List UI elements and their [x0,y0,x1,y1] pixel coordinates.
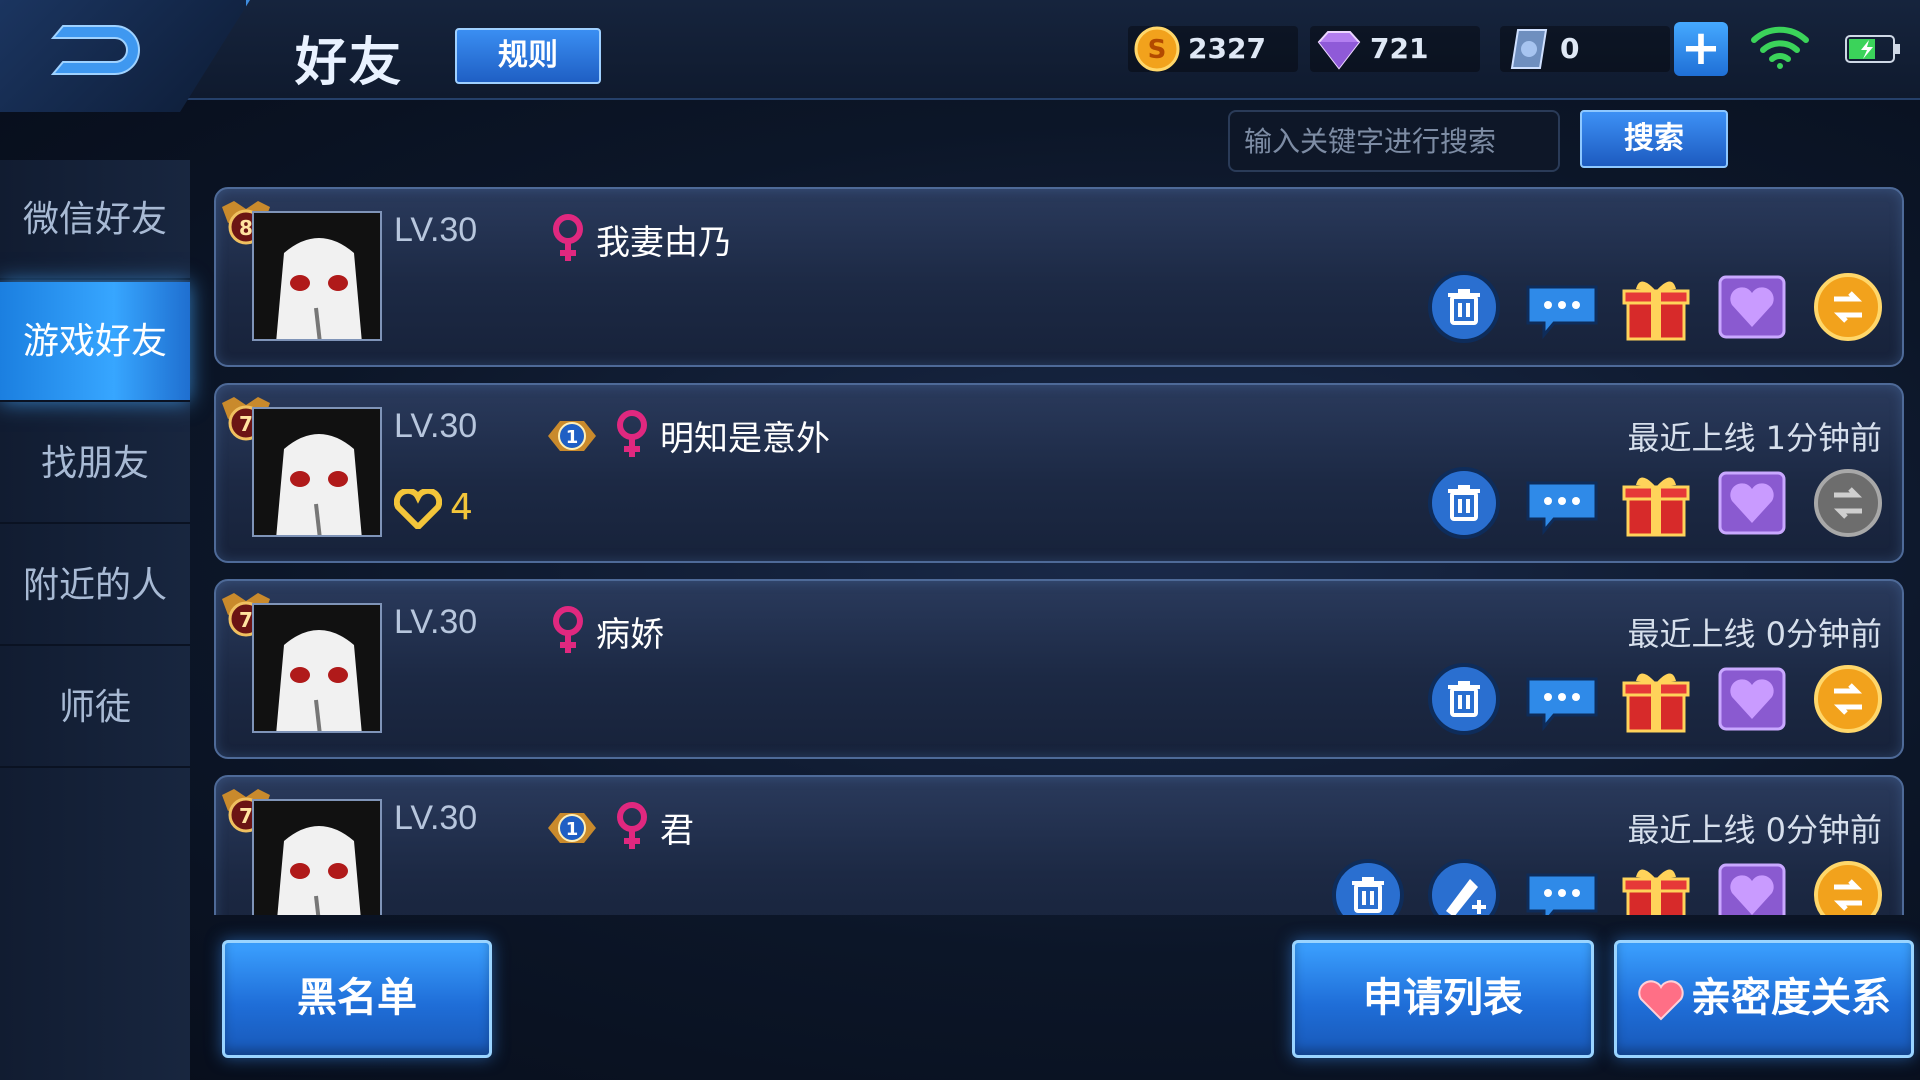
back-button[interactable] [0,0,250,112]
female-icon [553,606,583,653]
blacklist-button[interactable]: 黑名单 [222,940,492,1058]
chat-icon[interactable] [1524,269,1600,345]
recharge-plus-button[interactable]: + [1674,22,1728,76]
gold-coin-icon: S [1134,26,1180,72]
friend-name: 明知是意外 [660,419,830,459]
voucher-currency: 0 [1500,26,1670,72]
segment-badge-icon: 1 [548,421,596,451]
send-gold-icon[interactable] [1810,661,1886,737]
delete-friend-icon[interactable] [1330,857,1406,915]
rank-number: 7 [239,412,253,436]
delete-friend-icon[interactable] [1426,465,1502,541]
friend-level: LV.30 [394,407,478,445]
segment-badge-icon: 1 [548,813,596,843]
intimacy-relations-label: 亲密度关系 [1691,975,1891,1021]
friend-name: 我妻由乃 [596,223,732,263]
gold-currency: S 2327 [1128,26,1298,72]
send-gold-icon[interactable] [1810,857,1886,915]
top-bar: 好友 规则 S 2327 721 0 + [0,0,1920,112]
friend-requests-button[interactable]: 申请列表 [1292,940,1594,1058]
friend-level: LV.30 [394,799,478,837]
friends-side-nav: 微信好友 游戏好友 找朋友 附近的人 师徒 [0,160,190,1080]
diamond-amount: 721 [1370,32,1429,65]
rank-number: 7 [239,608,253,632]
pink-heart-icon [1638,980,1684,1021]
delete-friend-icon[interactable] [1426,269,1502,345]
avatar[interactable] [252,799,382,915]
nav-wechat-friends[interactable]: 微信好友 [0,160,190,280]
last-online-status: 最近上线 0分钟前 [1627,615,1882,653]
friend-list[interactable]: 8 LV.30 我妻由乃 7 LV.30 1 明知是意外 最近上线 1分钟前 4… [210,185,1910,915]
gold-heart-icon [393,487,443,532]
nav-mentorship[interactable]: 师徒 [0,648,190,768]
nav-nearby-people[interactable]: 附近的人 [0,526,190,646]
diamond-icon [1317,31,1361,70]
battery-icon [1845,35,1900,63]
nav-game-friends[interactable]: 游戏好友 [0,282,190,402]
avatar[interactable] [252,407,382,537]
gift-icon[interactable] [1618,857,1694,915]
rank-number: 7 [239,804,253,828]
female-icon [553,214,583,261]
delete-friend-icon[interactable] [1426,661,1502,737]
gold-amount: 2327 [1188,32,1266,65]
friend-name: 君 [660,811,694,851]
friend-card[interactable]: 7 LV.30 1 明知是意外 最近上线 1分钟前 4 [214,383,1904,563]
intimacy-number: 4 [450,487,473,528]
send-gold-disabled-icon[interactable] [1810,465,1886,541]
diamond-currency: 721 [1310,26,1480,72]
search-button[interactable]: 搜索 [1580,110,1728,168]
last-online-status: 最近上线 1分钟前 [1627,419,1882,457]
send-intimacy-heart-icon[interactable] [1714,269,1790,345]
nav-find-friends[interactable]: 找朋友 [0,404,190,524]
segment-number: 1 [566,819,579,840]
chat-icon[interactable] [1524,661,1600,737]
rules-button[interactable]: 规则 [455,28,601,84]
chat-icon[interactable] [1524,857,1600,915]
svg-text:S: S [1148,35,1167,65]
friend-level: LV.30 [394,211,478,249]
gift-icon[interactable] [1618,269,1694,345]
send-intimacy-heart-icon[interactable] [1714,465,1790,541]
gift-icon[interactable] [1618,465,1694,541]
intimacy-value: 4 [393,487,473,532]
avatar[interactable] [252,211,382,341]
friend-level: LV.30 [394,603,478,641]
friend-name: 病娇 [596,615,664,655]
female-icon [617,802,647,849]
gift-icon[interactable] [1618,661,1694,737]
chat-icon[interactable] [1524,465,1600,541]
back-arrow-icon [50,25,140,75]
voucher-icon [1510,29,1548,69]
avatar[interactable] [252,603,382,733]
female-icon [617,410,647,457]
send-gold-icon[interactable] [1810,269,1886,345]
send-intimacy-heart-icon[interactable] [1714,661,1790,737]
intimacy-relations-button[interactable]: 亲密度关系 [1614,940,1914,1058]
search-input[interactable] [1228,110,1560,172]
mentor-invite-icon[interactable] [1426,857,1502,915]
wifi-icon [1751,26,1809,69]
segment-number: 1 [566,427,579,448]
friend-card[interactable]: 7 LV.30 病娇 最近上线 0分钟前 [214,579,1904,759]
friend-card[interactable]: 7 LV.30 1 君 最近上线 0分钟前 [214,775,1904,915]
voucher-amount: 0 [1560,32,1580,65]
friend-card[interactable]: 8 LV.30 我妻由乃 [214,187,1904,367]
send-intimacy-heart-icon[interactable] [1714,857,1790,915]
last-online-status: 最近上线 0分钟前 [1627,811,1882,849]
page-title: 好友 [295,33,404,93]
rank-number: 8 [239,216,253,240]
